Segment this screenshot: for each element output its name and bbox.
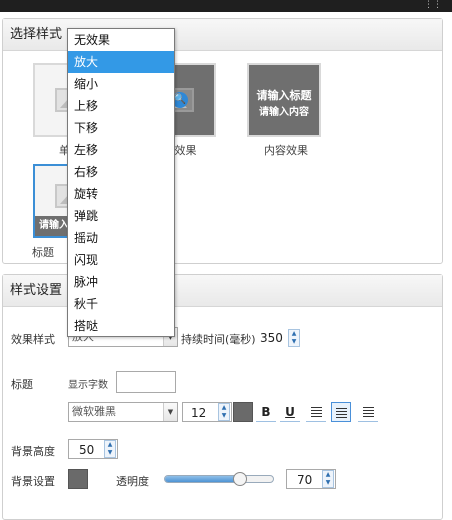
align-left-button[interactable] [306,402,326,422]
bg-height-spinner[interactable]: ▲ ▼ [104,440,116,458]
spin-up-icon[interactable]: ▲ [105,441,115,449]
resize-handle-icon[interactable]: ⋮⋮ [424,0,442,10]
duration-spinner[interactable]: ▲ ▼ [288,329,300,347]
spin-up-icon[interactable]: ▲ [323,471,333,479]
underline-button[interactable]: U [280,402,300,422]
spin-down-icon[interactable]: ▼ [289,338,299,346]
bold-button[interactable]: B [256,402,276,422]
opacity-slider-handle[interactable] [233,472,248,486]
style-thumb-content-caption: 内容效果 [264,144,308,157]
bg-setting-label: 背景设置 [11,475,55,488]
spin-down-icon[interactable]: ▼ [323,479,333,487]
opacity-spinner[interactable]: ▲ ▼ [322,470,334,488]
dropdown-option[interactable]: 搭哒 [68,315,174,337]
dropdown-option[interactable]: 摇动 [68,227,174,249]
dropdown-option[interactable]: 无效果 [68,29,174,51]
dropdown-option[interactable]: 下移 [68,117,174,139]
dropdown-option[interactable]: 放大 [68,51,174,73]
dropdown-option[interactable]: 旋转 [68,183,174,205]
font-size-field[interactable]: 12 ▲ ▼ [182,402,232,422]
spin-up-icon[interactable]: ▲ [219,404,229,412]
thumb-title-text: 请输入标题 [256,89,312,102]
show-chars-input[interactable] [116,371,176,393]
align-center-icon [335,408,347,418]
align-right-icon [362,407,374,417]
font-size-spinner[interactable]: ▲ ▼ [218,403,230,421]
spin-down-icon[interactable]: ▼ [219,412,229,420]
spin-up-icon[interactable]: ▲ [289,330,299,338]
dropdown-option[interactable]: 秋千 [68,293,174,315]
align-center-button[interactable] [331,402,351,422]
align-right-button[interactable] [358,402,378,422]
opacity-field[interactable]: 70 ▲ ▼ [286,469,336,489]
spin-down-icon[interactable]: ▼ [105,449,115,457]
dropdown-option[interactable]: 弹跳 [68,205,174,227]
font-size-value: 12 [191,406,207,420]
show-chars-label: 显示字数 [68,380,108,391]
opacity-label: 透明度 [116,475,149,488]
bg-height-field[interactable]: 50 ▲ ▼ [68,439,118,459]
title-label: 标题 [11,378,33,391]
font-family-select[interactable]: 微软雅黑 ▼ [68,402,178,422]
duration-label: 持续时间(毫秒) [181,333,256,346]
duration-value[interactable]: 350 [260,331,283,345]
bg-color-swatch[interactable] [68,469,88,489]
chevron-down-icon[interactable]: ▼ [163,403,177,421]
dropdown-option[interactable]: 缩小 [68,73,174,95]
align-left-icon [310,407,322,417]
effect-dropdown-list[interactable]: 无效果 放大 缩小 上移 下移 左移 右移 旋转 弹跳 摇动 闪现 脉冲 秋千 搭哒 [67,28,175,337]
editor-panel: 选择样式 单图 🔍 点效果 请输入标题 请输入内容 内容效果 请输入标题 标题 … [0,12,452,520]
dropdown-option[interactable]: 脉冲 [68,271,174,293]
font-family-value: 微软雅黑 [72,405,116,418]
bg-height-label: 背景高度 [11,445,55,458]
opacity-slider[interactable] [164,475,274,483]
style-thumb-content[interactable]: 请输入标题 请输入内容 [247,63,321,137]
dropdown-option[interactable]: 右移 [68,161,174,183]
thumb-content-text: 请输入内容 [259,107,309,118]
dropdown-option[interactable]: 上移 [68,95,174,117]
effect-style-label: 效果样式 [11,333,55,346]
dropdown-option[interactable]: 闪现 [68,249,174,271]
style-thumb-title-caption: 标题 [32,246,54,259]
opacity-slider-fill [165,476,241,482]
opacity-value: 70 [297,473,313,487]
window-top-bar: ⋮⋮ [0,0,452,12]
dropdown-option[interactable]: 左移 [68,139,174,161]
bg-height-value: 50 [79,443,95,457]
font-color-swatch[interactable] [233,402,253,422]
